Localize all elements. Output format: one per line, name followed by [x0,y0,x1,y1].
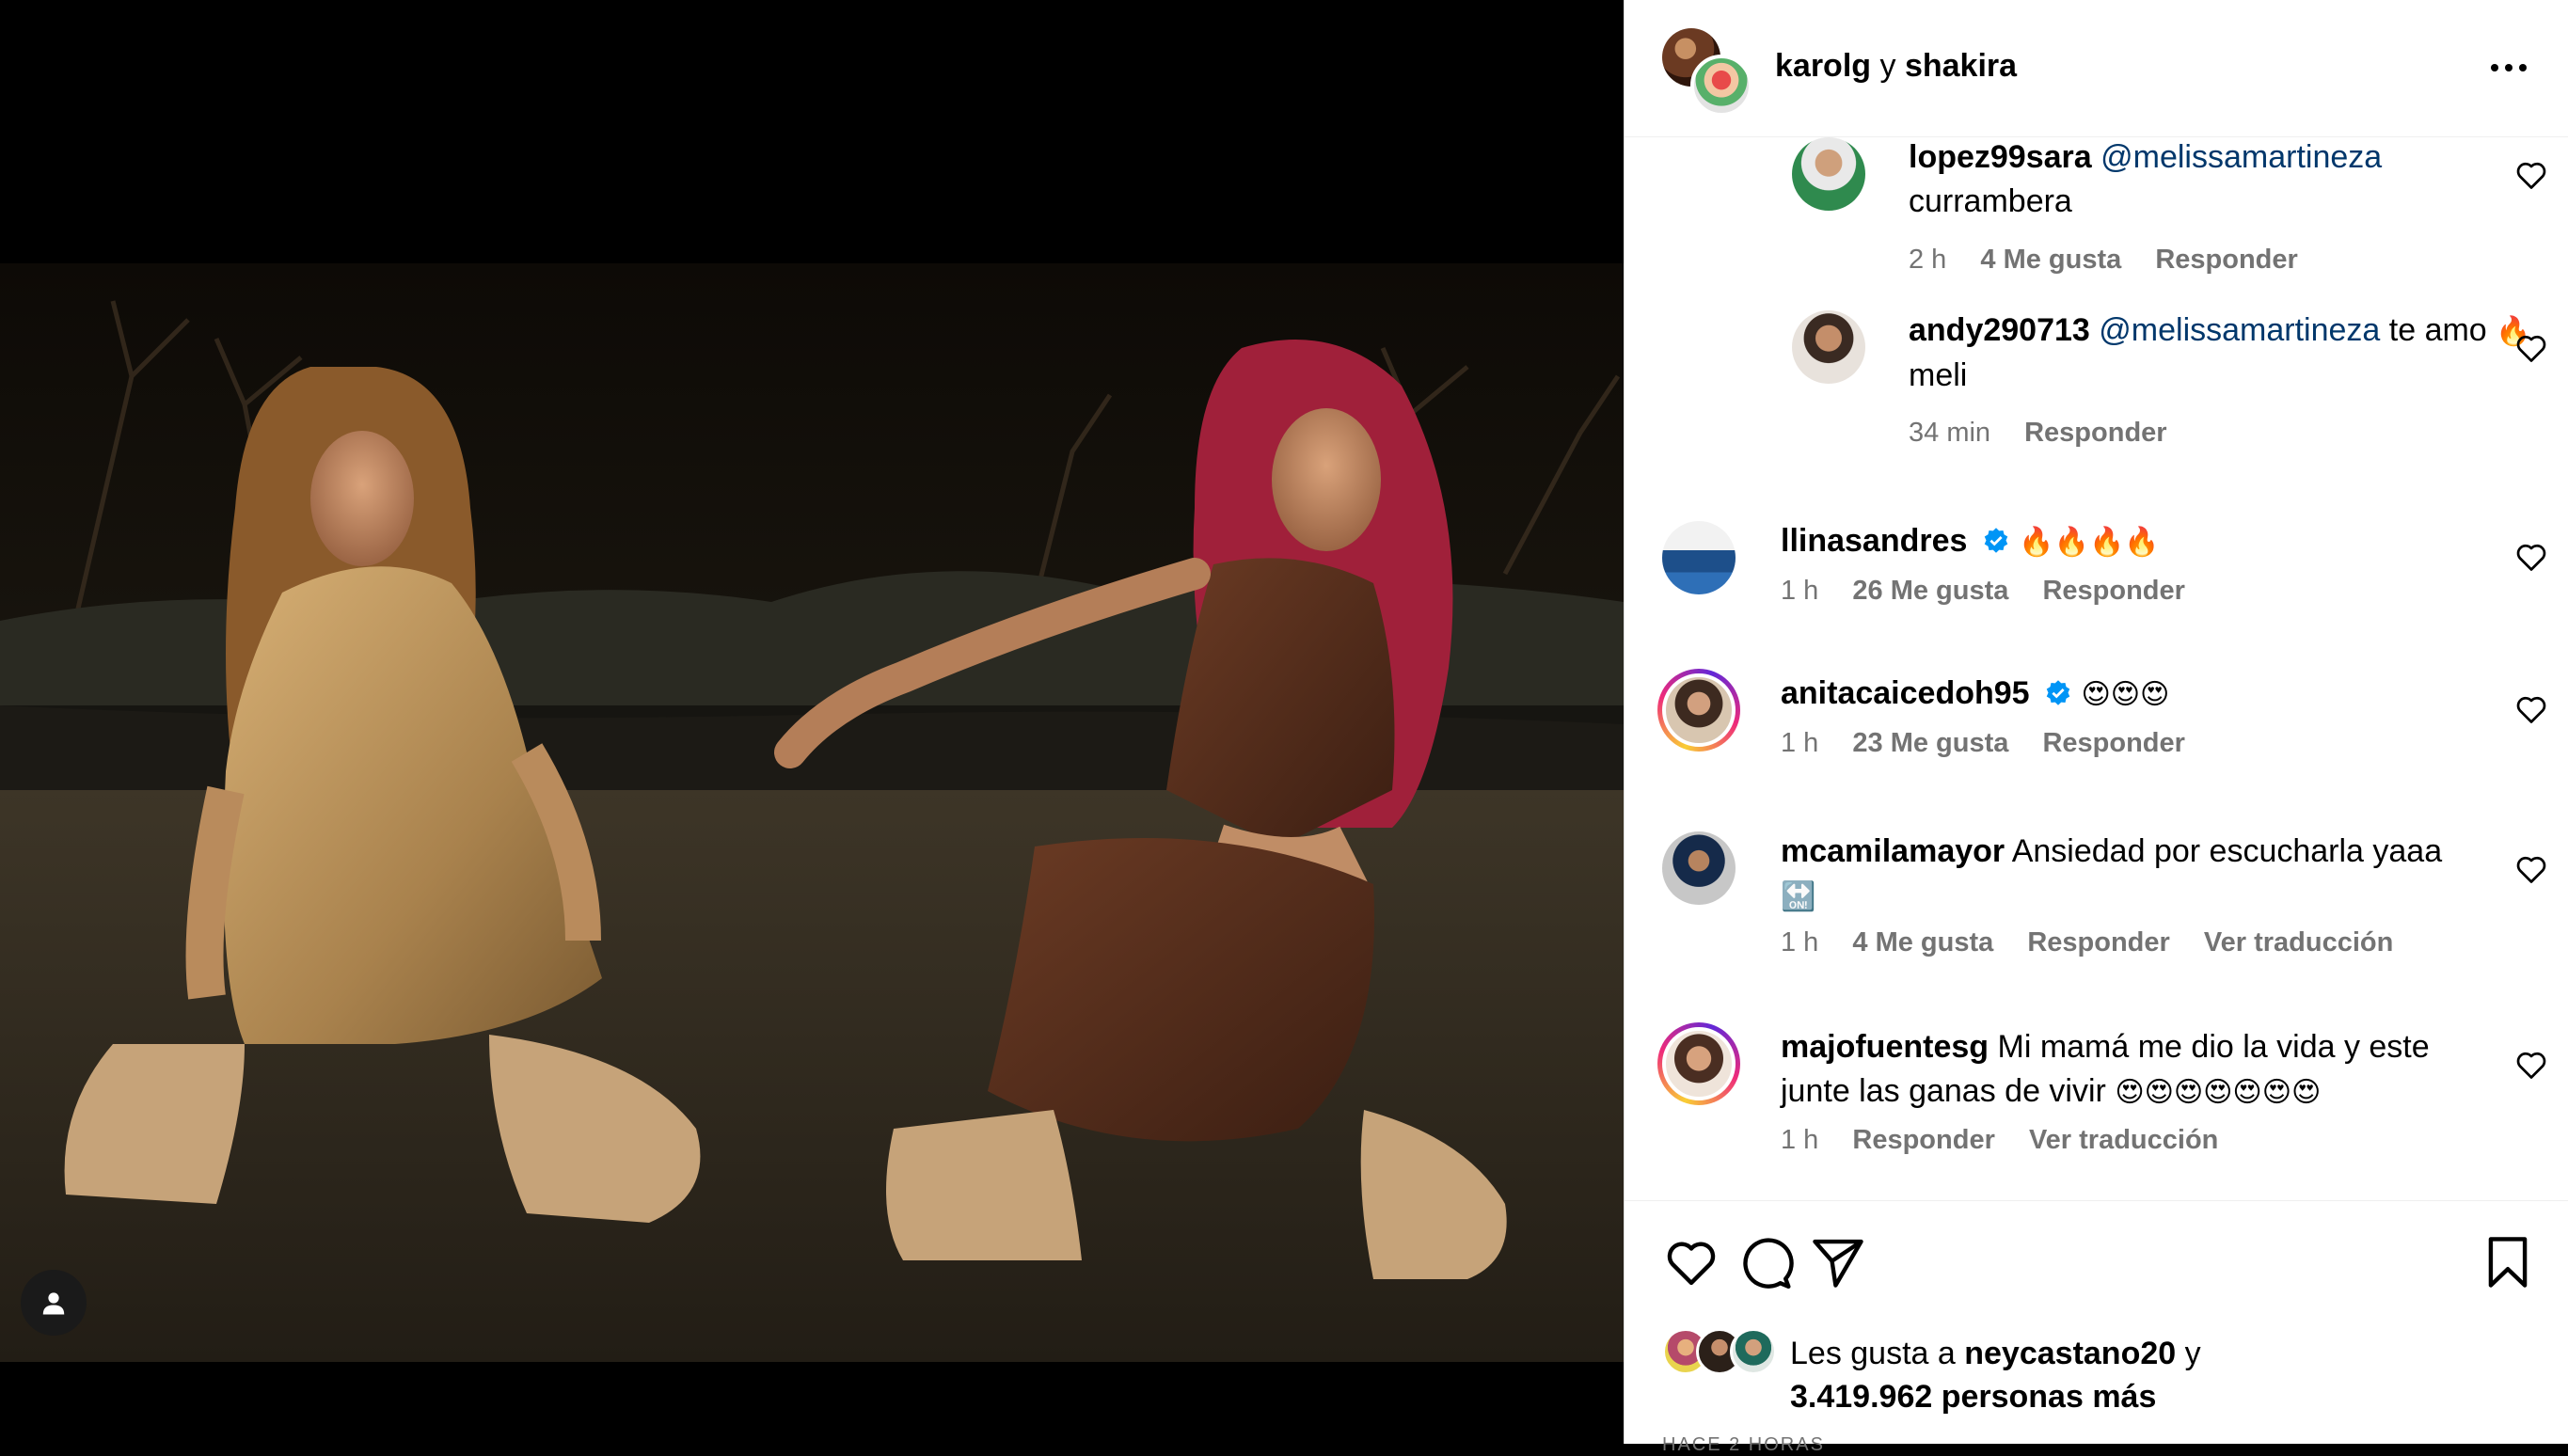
comment-content: currambera [1909,183,2072,219]
heart-icon[interactable] [2514,1048,2548,1082]
heart-icon[interactable] [1662,1233,1720,1291]
comment-emoji: 😍😍😍 [2081,678,2170,711]
comment-mention[interactable]: @melissamartineza [2099,312,2380,348]
comment-username[interactable]: majofuentesg [1781,1029,1989,1065]
heart-icon[interactable] [2514,540,2548,574]
heart-icon[interactable] [2514,852,2548,886]
likes-count[interactable]: 3.419.962 personas más [1790,1379,2156,1415]
comment-meta: 1 h Responder Ver traducción [1781,1123,2244,1157]
reply-button[interactable]: Responder [2042,728,2184,758]
comment-text: andy290713 @melissamartineza te amo 🔥 me… [1909,309,2568,398]
avatar[interactable] [1792,310,1865,384]
post-header: karolg y shakira [1625,0,2568,137]
verified-badge-icon [2046,680,2070,705]
comment-time[interactable]: 1 h [1781,576,1818,606]
verified-badge-icon [1984,528,2008,553]
bookmark-icon[interactable] [2479,1233,2537,1291]
comment-meta: 1 h 23 Me gusta Responder [1781,726,2211,760]
more-options-button[interactable] [2482,49,2535,87]
comment-likes-count[interactable]: 4 Me gusta [1852,927,1993,957]
comment-text: llinasandres 🔥🔥🔥🔥 [1781,519,2458,564]
collab-avatars[interactable] [1662,28,1752,117]
comment-text: anitacaicedoh95 😍😍😍 [1781,672,2458,717]
heart-icon[interactable] [2514,158,2548,192]
comment-icon[interactable] [1736,1233,1794,1291]
post-actions: Les gusta a neycastano20 y 3.419.962 per… [1625,1200,2568,1455]
post-authors: karolg y shakira [1775,45,2017,87]
reply-button[interactable]: Responder [1852,1125,1994,1155]
comment-meta: 1 h 26 Me gusta Responder [1781,574,2211,608]
post-timestamp[interactable]: HACE 2 HORAS [1662,1434,1825,1456]
post-media [0,0,1624,1444]
post-photo [0,263,1624,1362]
comment-username[interactable]: andy290713 [1909,312,2090,348]
tagged-users-button[interactable] [21,1270,87,1336]
comment-emoji: 🔥🔥🔥🔥 [2019,526,2160,559]
comment-likes-count[interactable]: 23 Me gusta [1852,728,2008,758]
comment-content: meli [1909,357,1968,393]
comment-text: lopez99sara @melissamartineza currambera [1909,137,2568,224]
heart-icon[interactable] [2514,692,2548,726]
avatar[interactable] [1662,831,1736,905]
comment-time[interactable]: 2 h [1909,245,1946,275]
send-icon[interactable] [1809,1233,1867,1291]
reply-button[interactable]: Responder [2042,576,2184,606]
comment-meta: 34 min Responder [1909,416,2194,450]
comment-meta: 1 h 4 Me gusta Responder Ver traducción [1781,926,2419,959]
comment-time[interactable]: 1 h [1781,1125,1818,1155]
avatar[interactable] [1662,521,1736,594]
comment: mcamilamayor Ansiedad por escucharla yaa… [1625,831,2568,1010]
likes-text: Les gusta a neycastano20 y 3.419.962 per… [1790,1332,2201,1418]
comment-mention[interactable]: @melissamartineza [2100,139,2382,175]
likes-prefix: Les gusta a [1790,1336,1956,1371]
author-link[interactable]: karolg [1775,48,1871,84]
comment-likes-count[interactable]: 26 Me gusta [1852,576,2008,606]
more-horizontal-icon [2491,64,2527,71]
post-side-panel: karolg y shakira lopez99sara @melissamar… [1624,0,2568,1455]
comments-list[interactable]: lopez99sara @melissamartineza currambera… [1625,137,2568,1200]
avatar[interactable] [1792,137,1865,211]
comment-content: te amo [2388,312,2487,348]
comment-username[interactable]: anitacaicedoh95 [1781,675,2030,711]
comment-time[interactable]: 1 h [1781,927,1818,957]
comment-text: majofuentesg Mi mamá me dio la vida y es… [1781,1025,2458,1115]
heart-icon[interactable] [2514,331,2548,365]
reply-button[interactable]: Responder [2027,927,2169,957]
author-conjunction: y [1879,48,1896,84]
comment-username[interactable]: llinasandres [1781,523,1967,559]
comment: llinasandres 🔥🔥🔥🔥 1 h 26 Me gusta Respon… [1625,521,2568,653]
comment-content: Ansiedad por escucharla yaaa [2011,833,2443,869]
comment-emoji: 😍😍😍😍😍😍😍 [2115,1076,2322,1109]
user-icon [42,1292,65,1315]
comment-likes-count[interactable]: 4 Me gusta [1980,245,2121,275]
comment-username[interactable]: mcamilamayor [1781,833,2005,869]
translate-button[interactable]: Ver traducción [2204,927,2393,957]
comment-time[interactable]: 1 h [1781,728,1818,758]
reply-button[interactable]: Responder [2155,245,2297,275]
comment-emoji: 🔛 [1781,880,1816,913]
avatar[interactable] [1690,55,1752,117]
liker-username[interactable]: neycastano20 [1964,1336,2176,1371]
likes-conj: y [2184,1336,2201,1371]
avatar[interactable] [1657,669,1740,752]
avatar [1730,1328,1777,1375]
author-link[interactable]: shakira [1905,48,2017,84]
comment-time[interactable]: 34 min [1909,418,1990,448]
comment: anitacaicedoh95 😍😍😍 1 h 23 Me gusta Resp… [1625,669,2568,815]
comment: majofuentesg Mi mamá me dio la vida y es… [1625,1022,2568,1200]
reply-button[interactable]: Responder [2024,418,2166,448]
translate-button[interactable]: Ver traducción [2029,1125,2218,1155]
comment-username[interactable]: lopez99sara [1909,139,2092,175]
comment-text: mcamilamayor Ansiedad por escucharla yaa… [1781,830,2458,919]
comment-reply: andy290713 @melissamartineza te amo 🔥 me… [1625,310,2568,470]
avatar[interactable] [1657,1022,1740,1105]
comment-meta: 2 h 4 Me gusta Responder [1909,243,2324,277]
comment-reply: lopez99sara @melissamartineza currambera… [1625,137,2568,297]
